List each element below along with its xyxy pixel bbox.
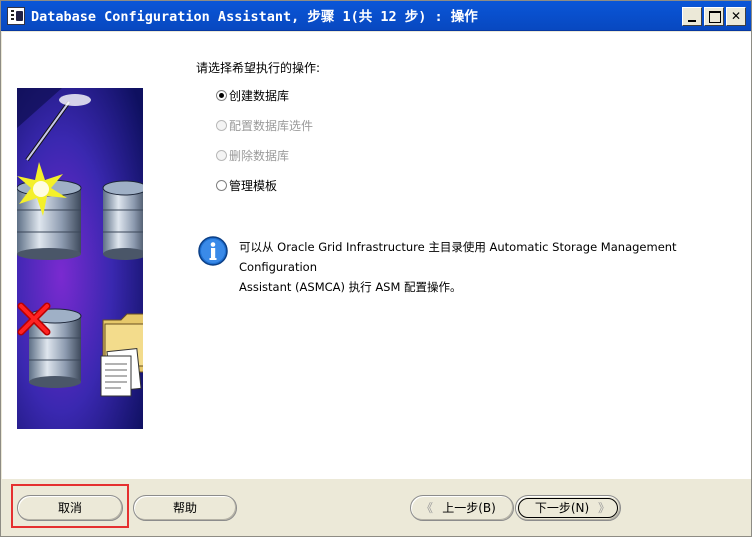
back-label: 上一步(B) — [442, 501, 496, 515]
radio-selected-icon[interactable] — [216, 90, 227, 101]
app-icon — [7, 7, 25, 25]
back-button[interactable]: 《 上一步(B) — [410, 495, 514, 521]
close-button[interactable]: ✕ — [726, 7, 746, 26]
option-configure-database-options: 配置数据库选件 — [216, 118, 313, 134]
option-create-database[interactable]: 创建数据库 — [216, 88, 289, 104]
radio-icon — [216, 150, 227, 161]
asm-info-message: 可以从 Oracle Grid Infrastructure 主目录使用 Aut… — [239, 237, 744, 297]
operation-prompt: 请选择希望执行的操作: — [196, 61, 321, 75]
radio-icon — [216, 120, 227, 131]
option-label: 管理模板 — [229, 179, 278, 193]
info-line-1: 可以从 Oracle Grid Infrastructure 主目录使用 Aut… — [239, 240, 677, 274]
title-bar[interactable]: Database Configuration Assistant, 步骤 1(共… — [1, 1, 751, 31]
next-arrow-icon: 》 — [597, 501, 610, 515]
help-button[interactable]: 帮助 — [133, 495, 237, 521]
next-label: 下一步(N) — [534, 501, 590, 515]
wizard-content: 请选择希望执行的操作: 创建数据库 配置数据库选件 删除数据库 管理模板 可以从… — [2, 32, 751, 479]
option-manage-templates[interactable]: 管理模板 — [216, 178, 277, 194]
radio-icon[interactable] — [216, 180, 227, 191]
option-label: 创建数据库 — [229, 89, 290, 103]
database-illustration — [17, 88, 143, 429]
option-label: 删除数据库 — [229, 149, 290, 163]
maximize-button[interactable] — [704, 7, 724, 26]
back-arrow-icon: 《 — [421, 501, 434, 515]
window-title: Database Configuration Assistant, 步骤 1(共… — [31, 9, 478, 25]
option-label: 配置数据库选件 — [229, 119, 314, 133]
option-delete-database: 删除数据库 — [216, 148, 289, 164]
info-icon — [198, 236, 230, 268]
minimize-button[interactable] — [682, 7, 702, 26]
next-button[interactable]: 下一步(N) 》 — [515, 495, 621, 521]
info-line-2: Assistant (ASMCA) 执行 ASM 配置操作。 — [239, 280, 462, 294]
cancel-button[interactable]: 取消 — [17, 495, 123, 521]
dbca-window: Database Configuration Assistant, 步骤 1(共… — [0, 0, 752, 537]
